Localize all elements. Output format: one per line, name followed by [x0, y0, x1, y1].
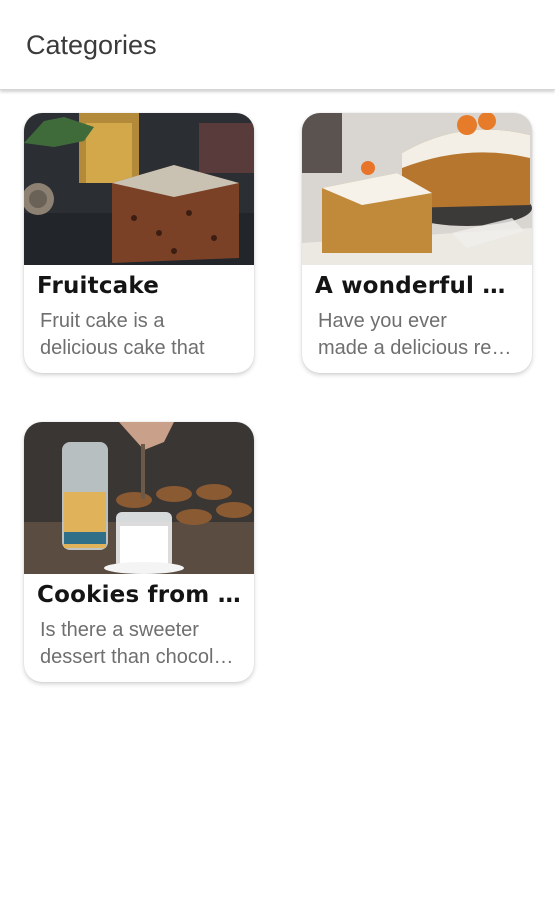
category-card-wonderful-piece[interactable]: A wonderful piece Have you ever made a d… [302, 113, 532, 373]
card-title: Cookies from chocolate [37, 582, 242, 608]
card-description-line: delicious cake that [40, 337, 205, 359]
fruitcake-image [24, 113, 254, 265]
category-card-cookies[interactable]: Cookies from chocolate Is there a sweete… [24, 422, 254, 682]
card-description-line: Is there a sweeter [40, 619, 199, 641]
carrot-cake-image [302, 113, 532, 265]
card-description-line: Fruit cake is a [40, 310, 165, 332]
page-title: Categories [26, 30, 157, 60]
category-card-fruitcake[interactable]: Fruitcake Fruit cake is a delicious cake… [24, 113, 254, 373]
card-description: Fruit cake is a delicious cake that [40, 308, 240, 362]
card-description-line: made a delicious recipe [318, 337, 518, 359]
card-title: Fruitcake [37, 273, 160, 299]
card-description-line: Have you ever [318, 310, 447, 332]
app-bar: Categories [0, 0, 555, 90]
card-title: A wonderful piece [315, 273, 520, 299]
card-description-line: dessert than chocolate [40, 646, 240, 668]
cookies-image [24, 422, 254, 574]
card-description: Have you ever made a delicious recipe [318, 308, 518, 362]
card-description: Is there a sweeter dessert than chocolat… [40, 617, 240, 671]
